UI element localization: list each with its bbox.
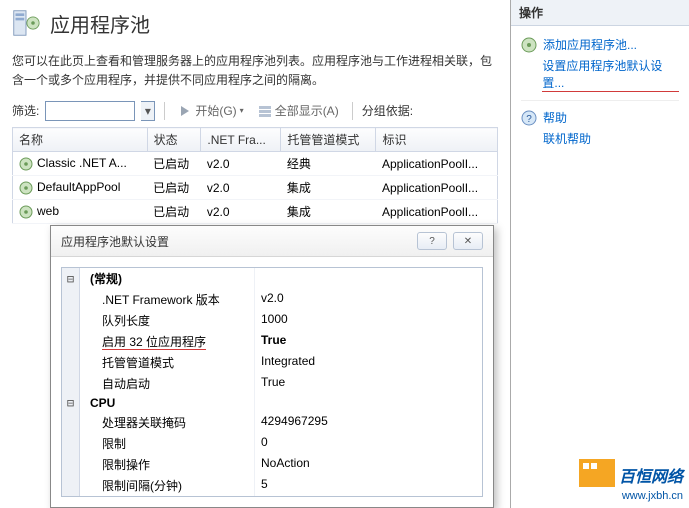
cell-state: 已启动 [147,176,201,200]
filter-input[interactable] [45,101,135,121]
page-title: 应用程序池 [50,9,150,38]
filter-dropdown[interactable]: ▾ [141,101,155,121]
col-identity[interactable]: 标识 [376,128,498,152]
cell-mode: 集成 [281,200,376,224]
prop-category: CPU [80,394,255,412]
cell-name: Classic .NET A... [13,152,148,176]
col-net[interactable]: .NET Fra... [201,128,281,152]
prop-label: .NET Framework 版本 [80,289,255,310]
svg-text:?: ? [526,114,532,125]
cell-identity: ApplicationPoolI... [376,200,498,224]
dialog-title: 应用程序池默认设置 [61,233,169,250]
close-button[interactable]: ✕ [453,232,483,250]
cell-net: v2.0 [201,200,281,224]
actions-panel: 操作 添加应用程序池... 设置应用程序池默认设置... ? 帮助 联机帮助 百… [510,0,689,508]
prop-value[interactable]: 1000 [255,310,482,331]
prop-label: 启用 32 位应用程序 [80,331,255,352]
table-row[interactable]: Classic .NET A...已启动v2.0经典ApplicationPoo… [13,152,498,176]
prop-label: 处理器关联掩码 [80,412,255,433]
collapse-icon[interactable]: ⊟ [62,268,80,289]
collapse-icon[interactable]: ⊟ [62,394,80,412]
showall-button[interactable]: 全部显示(A) [254,100,343,121]
prop-value[interactable]: 0 [255,433,482,454]
actions-header: 操作 [511,0,689,26]
add-pool-icon [521,37,537,53]
app-pool-table: 名称 状态 .NET Fra... 托管管道模式 标识 Classic .NET… [12,127,498,224]
server-icon [12,8,40,38]
prop-value[interactable]: Integrated [255,352,482,373]
prop-value[interactable]: 5 [255,475,482,496]
page-description: 您可以在此页上查看和管理服务器上的应用程序池列表。应用程序池与工作进程相关联，包… [12,52,498,90]
prop-value[interactable]: False [255,496,482,497]
prop-label: 自动启动 [80,373,255,394]
cell-state: 已启动 [147,200,201,224]
showall-label: 全部显示(A) [275,102,339,119]
cell-identity: ApplicationPoolI... [376,176,498,200]
prop-value[interactable]: 4294967295 [255,412,482,433]
logo-icon [579,459,615,487]
chevron-down-icon: ▾ [240,106,244,115]
cell-net: v2.0 [201,152,281,176]
cell-identity: ApplicationPoolI... [376,152,498,176]
col-name[interactable]: 名称 [13,128,148,152]
help-button[interactable]: ? [417,232,447,250]
col-mode[interactable]: 托管管道模式 [281,128,376,152]
prop-value[interactable]: True [255,331,482,352]
cell-mode: 经典 [281,152,376,176]
prop-value[interactable]: v2.0 [255,289,482,310]
logo-brand: 百恒网络 [619,463,683,487]
help-icon: ? [521,110,537,126]
start-button[interactable]: 开始(G) ▾ [174,100,247,121]
prop-label: 托管管道模式 [80,352,255,373]
prop-label: 限制操作 [80,454,255,475]
cell-name: DefaultAppPool [13,176,148,200]
prop-value[interactable]: True [255,373,482,394]
set-defaults-link[interactable]: 设置应用程序池默认设置... [542,57,679,92]
showall-icon [258,104,272,118]
cell-mode: 集成 [281,176,376,200]
property-grid[interactable]: ⊟(常规).NET Framework 版本v2.0队列长度1000启用 32 … [61,267,483,497]
watermark-logo: 百恒网络 www.jxbh.cn [553,459,683,502]
defaults-dialog: 应用程序池默认设置 ? ✕ ⊟(常规).NET Framework 版本v2.0… [50,225,494,508]
table-row[interactable]: web已启动v2.0集成ApplicationPoolI... [13,200,498,224]
start-label: 开始(G) [195,102,236,119]
col-state[interactable]: 状态 [147,128,201,152]
add-pool-link[interactable]: 添加应用程序池... [543,36,637,53]
toolbar: 筛选: ▾ 开始(G) ▾ 全部显示(A) 分组依据: [12,100,498,121]
prop-label: 队列长度 [80,310,255,331]
prop-category: (常规) [80,268,255,289]
prop-label: 限制间隔(分钟) [80,475,255,496]
cell-net: v2.0 [201,176,281,200]
cell-name: web [13,200,148,224]
online-help-link[interactable]: 联机帮助 [543,130,591,147]
prop-label: 已启用处理器关联 [80,496,255,497]
prop-label: 限制 [80,433,255,454]
help-link[interactable]: 帮助 [543,109,567,126]
start-icon [178,104,192,118]
logo-url: www.jxbh.cn [553,490,683,502]
filter-label: 筛选: [12,102,39,119]
cell-state: 已启动 [147,152,201,176]
groupby-label: 分组依据: [362,102,413,119]
table-row[interactable]: DefaultAppPool已启动v2.0集成ApplicationPoolI.… [13,176,498,200]
prop-value[interactable]: NoAction [255,454,482,475]
